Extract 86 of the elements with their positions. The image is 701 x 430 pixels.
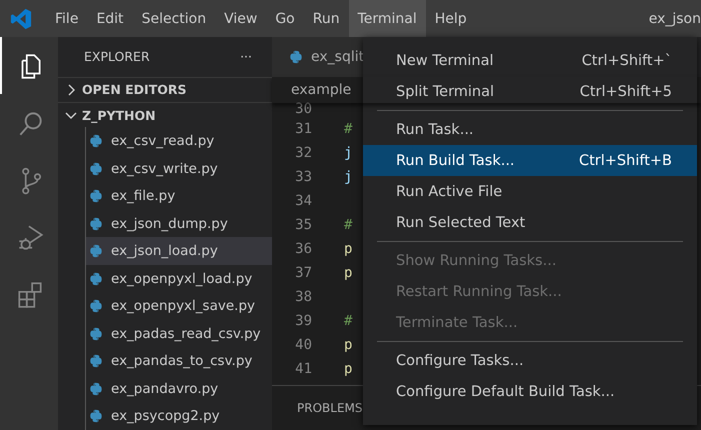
- python-icon: [89, 216, 103, 231]
- code-text: #: [344, 313, 352, 329]
- explorer-entry[interactable]: ex_csv_write.py: [86, 154, 272, 182]
- line-number: 32: [294, 145, 312, 161]
- explorer-entry[interactable]: ex_pandavro.py: [86, 374, 272, 402]
- line-number: 35: [294, 217, 312, 233]
- explorer-entry[interactable]: ex_padas_read_csv.py: [86, 320, 272, 348]
- menu-label: Run Build Task...: [396, 152, 515, 168]
- menu-label: Split Terminal: [396, 84, 494, 100]
- code-text: #: [344, 121, 352, 137]
- menu-item[interactable]: View: [215, 0, 266, 37]
- python-icon: [89, 409, 103, 424]
- run-debug-icon: [18, 225, 44, 250]
- menu-label: Configure Default Build Task...: [396, 384, 615, 400]
- menu-item[interactable]: File: [46, 0, 88, 37]
- menu-item[interactable]: Selection: [132, 0, 216, 37]
- menu-item[interactable]: Run Task...: [363, 114, 697, 145]
- menu-label: Run Task...: [396, 122, 474, 138]
- python-icon: [89, 189, 103, 204]
- line-number: 34: [294, 193, 312, 209]
- explorer-entry[interactable]: ex_psycopg2.py: [86, 402, 272, 430]
- panel-tab[interactable]: PROBLEMS: [297, 401, 362, 415]
- python-icon: [89, 162, 103, 176]
- code-text: j: [344, 145, 352, 161]
- python-icon: [89, 272, 103, 286]
- files-icon: [22, 54, 40, 78]
- python-icon: [89, 382, 103, 396]
- python-icon: [89, 299, 103, 314]
- menu-label: Show Running Tasks...: [396, 252, 556, 268]
- sidebar-title: EXPLORER: [84, 49, 151, 64]
- menu-item[interactable]: Terminal: [348, 0, 426, 37]
- line-number: 41: [294, 361, 312, 377]
- menu-label: Configure Tasks...: [396, 352, 524, 368]
- line-number: 33: [294, 169, 312, 185]
- explorer-entry[interactable]: ex_pandas_to_csv.py: [86, 347, 272, 375]
- branch-icon: [22, 167, 42, 194]
- menu-item[interactable]: Help: [426, 0, 476, 37]
- code-text: p: [344, 241, 352, 257]
- line-number: 31: [294, 121, 312, 137]
- python-icon: [89, 354, 103, 368]
- menu-item[interactable]: Split Terminal Ctrl+Shift+5: [363, 76, 697, 107]
- window-title: ex_json: [648, 10, 701, 26]
- shortcut-text: Ctrl+Shift+B: [578, 152, 672, 168]
- menu-item[interactable]: Edit: [87, 0, 133, 37]
- code-text: j: [344, 169, 352, 185]
- line-number: 39: [294, 313, 312, 329]
- python-icon: [89, 326, 103, 341]
- code-text: p: [344, 337, 352, 353]
- section-header[interactable]: OPEN EDITORS: [58, 76, 272, 102]
- extensions-icon: [18, 282, 42, 308]
- code-text: #: [344, 217, 352, 233]
- breadcrumb[interactable]: example: [291, 82, 352, 98]
- section-header[interactable]: Z_PYTHON: [58, 102, 272, 128]
- line-number: 36: [294, 241, 312, 257]
- menu-item[interactable]: Run Selected Text: [363, 207, 697, 238]
- search-icon: [20, 112, 42, 135]
- code-text: p: [344, 361, 352, 377]
- explorer-entry[interactable]: ex_openpyxl_save.py: [86, 292, 272, 320]
- menu-label: New Terminal: [396, 52, 494, 68]
- app-logo: [10, 8, 32, 30]
- more-actions-button[interactable]: ···: [240, 49, 252, 64]
- python-icon: [89, 134, 103, 148]
- python-icon: [89, 244, 103, 258]
- explorer-entry[interactable]: ex_csv_read.py: [86, 127, 272, 155]
- code-text: p: [344, 265, 352, 281]
- menu-item[interactable]: Run Active File: [363, 176, 697, 207]
- line-number: 38: [294, 289, 312, 305]
- explorer-entry[interactable]: ex_openpyxl_load.py: [86, 264, 272, 292]
- menu-item[interactable]: Run: [304, 0, 349, 37]
- line-number: 37: [294, 265, 312, 281]
- menu-label: Run Active File: [396, 184, 502, 200]
- shortcut-text: Ctrl+Shift+5: [580, 84, 672, 100]
- python-icon: [289, 50, 303, 64]
- menu-item[interactable]: Go: [266, 0, 304, 37]
- menu-label: Terminate Task...: [396, 314, 518, 330]
- menu-label: Run Selected Text: [396, 214, 526, 230]
- explorer-entry[interactable]: ex_json_dump.py: [86, 210, 272, 238]
- explorer-entry[interactable]: ex_file.py: [86, 182, 272, 210]
- line-number: 30: [294, 101, 312, 117]
- menu-item[interactable]: Configure Default Build Task...: [363, 376, 697, 407]
- menu-item[interactable]: Run Build Task... Ctrl+Shift+B: [363, 145, 697, 176]
- menu-item[interactable]: Configure Tasks...: [363, 345, 697, 376]
- explorer-entry[interactable]: ex_json_load.py: [86, 237, 272, 265]
- line-number: 40: [294, 337, 312, 353]
- shortcut-text: Ctrl+Shift+`: [582, 52, 672, 68]
- menu-label: Restart Running Task...: [396, 284, 562, 300]
